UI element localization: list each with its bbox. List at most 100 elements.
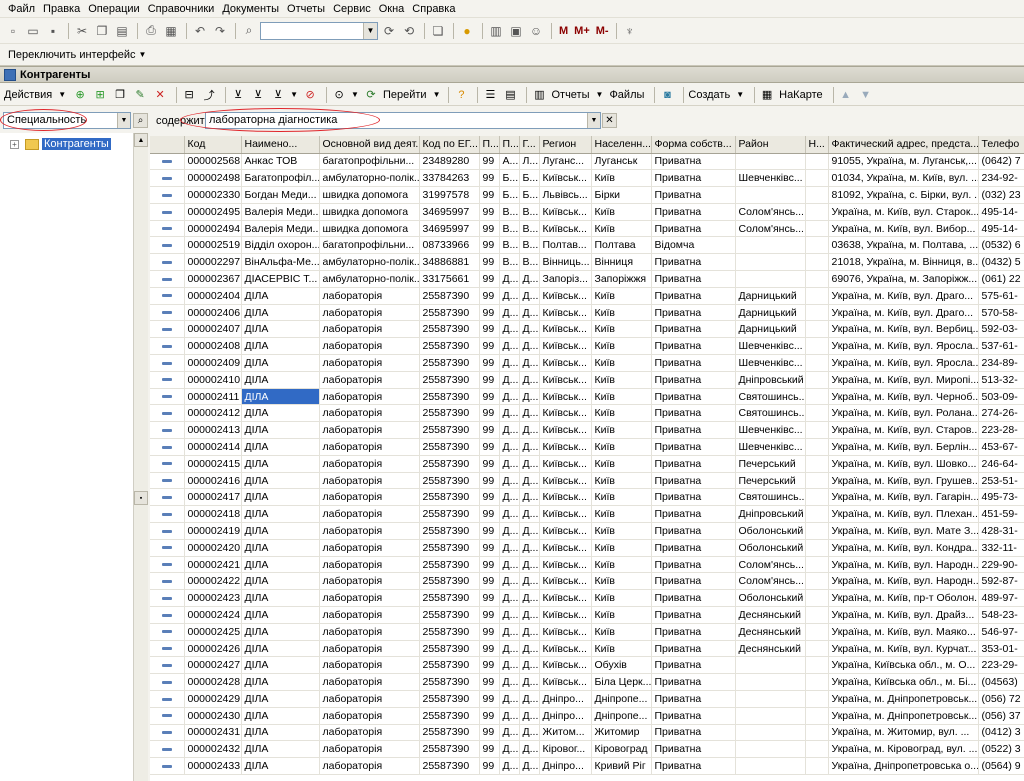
help-icon[interactable]: ?	[453, 87, 469, 103]
table-cell[interactable]: Київ	[591, 337, 652, 356]
table-cell[interactable]	[735, 690, 806, 708]
table-cell[interactable]: ДІЛА	[241, 757, 320, 775]
table-cell[interactable]: Д...	[519, 320, 540, 339]
table-cell[interactable]: ДІЛА	[241, 438, 320, 456]
table-cell[interactable]: ДІЛА	[241, 304, 320, 322]
table-cell[interactable]: 99	[479, 589, 500, 608]
table-cell[interactable]: Солом'янсь...	[735, 220, 806, 238]
table-cell[interactable]: Д...	[519, 539, 540, 557]
calculator-icon[interactable]: ▣	[507, 22, 525, 40]
table-cell[interactable]	[805, 371, 829, 389]
table-cell[interactable]: Д...	[499, 556, 520, 574]
menu-item[interactable]: Окна	[379, 3, 405, 15]
table-cell[interactable]: Солом'янсь...	[735, 556, 806, 574]
table-cell[interactable]: Приватна	[651, 371, 736, 389]
table-cell[interactable]: Дніпро...	[539, 690, 592, 708]
column-header[interactable]: Населенн...	[591, 136, 652, 154]
column-header[interactable]: Код по ЕГ...	[419, 136, 480, 154]
table-cell[interactable]: 000002429	[184, 690, 242, 708]
table-cell[interactable]: 000002426	[184, 640, 242, 658]
table-cell[interactable]: В...	[499, 236, 520, 255]
table-cell[interactable]: лабораторія	[319, 320, 420, 339]
table-cell[interactable]: 99	[479, 438, 500, 456]
table-cell[interactable]: Д...	[519, 354, 540, 372]
table-cell[interactable]	[805, 522, 829, 540]
table-cell[interactable]: Д...	[499, 354, 520, 372]
chevron-down-icon[interactable]: ▼	[139, 50, 147, 59]
table-cell[interactable]: Приватна	[651, 404, 736, 423]
table-cell[interactable]: Д...	[519, 740, 540, 759]
chevron-down-icon[interactable]: ▼	[117, 113, 130, 128]
table-cell[interactable]: Б...	[519, 186, 540, 204]
table-cell[interactable]: Д...	[519, 556, 540, 574]
table-cell[interactable]: Д...	[499, 287, 520, 305]
table-cell[interactable]: лабораторія	[319, 724, 420, 742]
table-cell[interactable]: Київ	[591, 623, 652, 641]
table-cell[interactable]: Київськ...	[539, 606, 592, 624]
table-cell[interactable]: Приватна	[651, 253, 736, 272]
table-cell[interactable]: Київ	[591, 421, 652, 440]
table-cell[interactable]: Київськ...	[539, 640, 592, 658]
table-cell[interactable]: ДІЛА	[241, 455, 320, 473]
table-cell[interactable]: (061) 22	[978, 270, 1024, 288]
table-cell[interactable]: 229-90-	[978, 556, 1024, 574]
table-cell[interactable]: ДІЛА	[241, 606, 320, 624]
table-cell[interactable]: ДІЛА	[241, 320, 320, 339]
table-cell[interactable]: лабораторія	[319, 304, 420, 322]
new-document-icon[interactable]: ▫	[4, 22, 22, 40]
table-cell[interactable]: Київськ...	[539, 656, 592, 675]
table-cell[interactable]: 000002432	[184, 740, 242, 759]
table-cell[interactable]	[735, 186, 806, 204]
table-cell[interactable]: 000002367	[184, 270, 242, 288]
table-cell[interactable]: Луганськ	[591, 153, 652, 171]
table-cell[interactable]: Бірки	[591, 186, 652, 204]
table-cell[interactable]: 99	[479, 421, 500, 440]
table-cell[interactable]: Україна, м. Житомир, вул. ...	[828, 724, 979, 742]
table-cell[interactable]: Шевченківс...	[735, 438, 806, 456]
table-cell[interactable]	[805, 304, 829, 322]
search-combo[interactable]: ▼	[260, 21, 378, 40]
table-cell[interactable]: лабораторія	[319, 522, 420, 540]
table-cell[interactable]: Приватна	[651, 304, 736, 322]
table-cell[interactable]: 25587390	[419, 522, 480, 540]
table-cell[interactable]: Приватна	[651, 169, 736, 188]
chevron-down-icon[interactable]: ▼	[351, 90, 359, 99]
table-cell[interactable]: лабораторія	[319, 337, 420, 356]
table-row[interactable]: 000002424 ДІЛА лабораторія 25587390 99 Д... Д.…	[150, 606, 1024, 624]
memory-button[interactable]: M	[559, 25, 568, 37]
table-cell[interactable]: Д...	[499, 337, 520, 356]
table-cell[interactable]: Приватна	[651, 724, 736, 742]
table-cell[interactable]	[805, 707, 829, 725]
table-cell[interactable]	[805, 287, 829, 305]
table-cell[interactable]: Д...	[499, 505, 520, 524]
table-cell[interactable]: 000002415	[184, 455, 242, 473]
table-cell[interactable]: Дніпро...	[539, 707, 592, 725]
table-row[interactable]: 000002430 ДІЛА лабораторія 25587390 99 Д... Д.…	[150, 707, 1024, 725]
table-cell[interactable]: 99	[479, 488, 500, 507]
table-cell[interactable]: Відомча	[651, 236, 736, 255]
table-cell[interactable]: Київськ...	[539, 337, 592, 356]
table-cell[interactable]: 25587390	[419, 354, 480, 372]
table-cell[interactable]: лабораторія	[319, 757, 420, 775]
table-cell[interactable]: Л...	[519, 153, 540, 171]
table-cell[interactable]: Д...	[519, 606, 540, 624]
table-cell[interactable]	[735, 656, 806, 675]
table-cell[interactable]: лабораторія	[319, 589, 420, 608]
table-cell[interactable]: 25587390	[419, 673, 480, 691]
table-row[interactable]: 000002404 ДІЛА лабораторія 25587390 99 Д... Д.…	[150, 287, 1024, 305]
table-cell[interactable]: 99	[479, 740, 500, 759]
table-cell[interactable]: Київськ...	[539, 673, 592, 691]
table-cell[interactable]: Україна, м. Кіровоград, вул. ...	[828, 740, 979, 759]
table-cell[interactable]: Україна, м. Дніпропетровськ...	[828, 707, 979, 725]
table-cell[interactable]: лабораторія	[319, 505, 420, 524]
table-cell[interactable]: Д...	[519, 505, 540, 524]
table-cell[interactable]: лабораторія	[319, 740, 420, 759]
table-cell[interactable]	[805, 337, 829, 356]
table-cell[interactable]: 25587390	[419, 371, 480, 389]
table-cell[interactable]: Україна, Київська обл., м. Бі...	[828, 673, 979, 691]
table-cell[interactable]: Б...	[499, 169, 520, 188]
chevron-down-icon[interactable]: ▼	[596, 90, 604, 99]
table-cell[interactable]: Святошинсь...	[735, 388, 806, 406]
table-cell[interactable]	[805, 220, 829, 238]
table-cell[interactable]: Валерія Меди...	[241, 220, 320, 238]
